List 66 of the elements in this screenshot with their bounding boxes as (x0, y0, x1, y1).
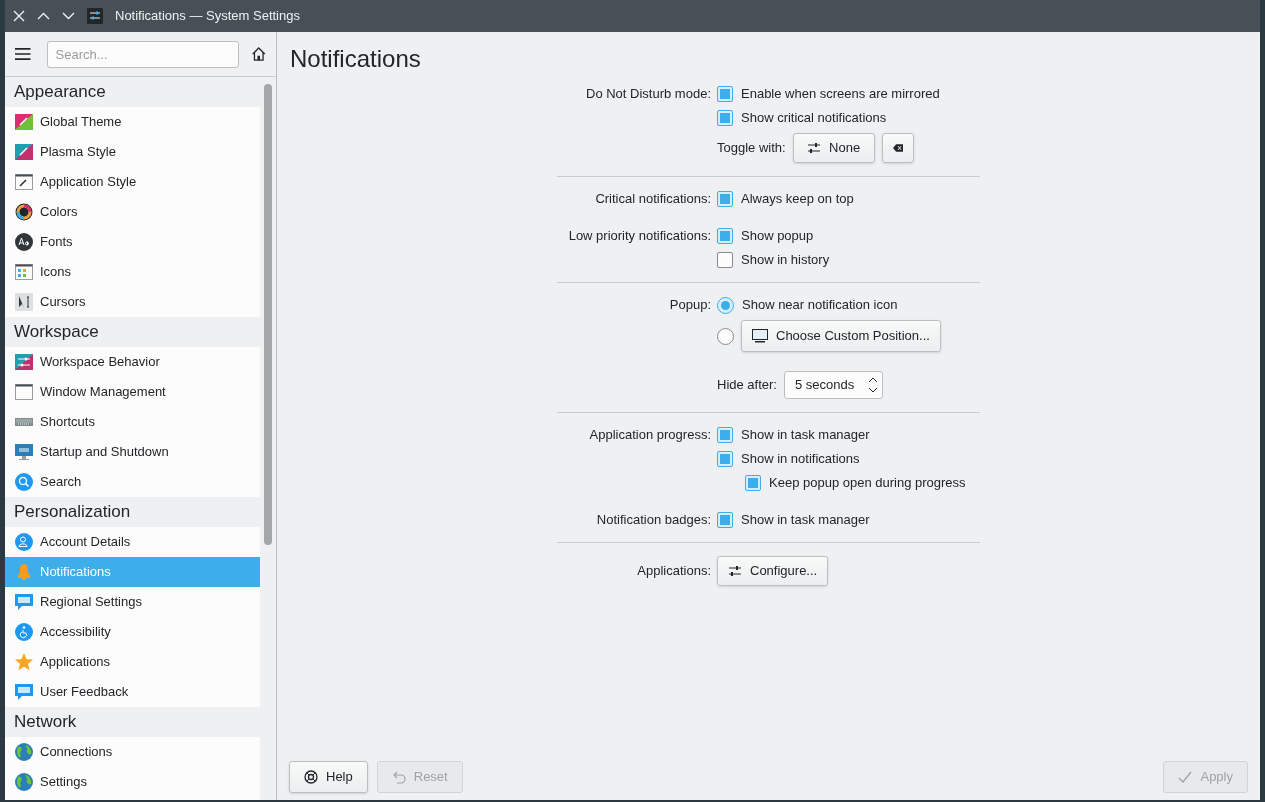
checkbox[interactable]: Always keep on top (717, 187, 854, 211)
chevron-up-icon[interactable] (37, 12, 50, 20)
backspace-icon (892, 142, 903, 154)
checkbox[interactable]: Show in history (717, 248, 830, 272)
spin-arrows-icon (868, 375, 878, 395)
spin-box[interactable]: 5 seconds (784, 371, 883, 399)
field-label: Notification badges: (596, 511, 711, 530)
category-header: Network (5, 707, 260, 737)
help-button[interactable]: Help (289, 761, 368, 793)
speech-icon (14, 592, 34, 612)
field-label: Popup: (669, 296, 711, 315)
configure-button[interactable]: Configure... (717, 556, 829, 586)
field-label: Applications: (637, 562, 711, 581)
window-title: Notifications — System Settings (115, 7, 300, 26)
checkbox[interactable]: Show in notifications (717, 447, 860, 471)
checkbox[interactable]: Show popup (717, 224, 814, 248)
globe-icon (14, 772, 34, 792)
sliders-icon (14, 352, 34, 372)
lifebuoy-icon (304, 770, 318, 784)
grid-icon (14, 262, 34, 282)
checkbox[interactable]: Show in task manager (717, 508, 870, 532)
app-icon (87, 8, 103, 24)
font-icon (14, 232, 34, 252)
choose-position-button[interactable]: Choose Custom Position... (741, 320, 941, 352)
category-header: Appearance (5, 77, 260, 107)
field-label: Critical notifications: (595, 190, 711, 209)
close-icon[interactable] (13, 10, 25, 22)
search-icon (14, 472, 34, 492)
color-wheel-icon (14, 202, 34, 222)
accessibility-icon (14, 622, 34, 642)
checkbox[interactable]: Show in task manager (717, 423, 870, 447)
checkbox[interactable]: Show critical notifications (717, 106, 887, 130)
monitor-icon (14, 442, 34, 462)
chevron-down-icon[interactable] (62, 12, 75, 20)
bell-icon (14, 562, 34, 582)
undo-icon (391, 770, 406, 784)
clear-button[interactable] (881, 133, 914, 163)
page-title: Notifications (289, 44, 422, 74)
star-icon (14, 652, 34, 672)
brush-icon (14, 142, 34, 162)
scrollbar-thumb[interactable] (264, 84, 272, 545)
sliders-icon (807, 141, 822, 155)
checkbox[interactable]: Keep popup open during progress (745, 471, 966, 495)
field-label: Low priority notifications: (568, 227, 711, 246)
sliders-icon (728, 564, 742, 578)
radio-button[interactable]: Show near notification icon (717, 293, 898, 317)
category-header: Workspace (5, 317, 260, 347)
globe-icon (14, 742, 34, 762)
user-icon (14, 532, 34, 552)
field-label: Do Not Disturb mode: (586, 85, 711, 104)
menu-icon[interactable] (15, 47, 31, 61)
speech-icon (14, 682, 34, 702)
window-pen-icon (14, 172, 34, 192)
field-label: Hide after: (717, 376, 777, 395)
window-icon (14, 382, 34, 402)
checkmark-icon (1178, 770, 1193, 784)
cursor-icon (14, 292, 34, 312)
theme-icon (14, 112, 34, 132)
search-field[interactable]: Search... (46, 40, 239, 68)
category-header: Personalization (5, 497, 260, 527)
checkbox[interactable]: Enable when screens are mirrored (717, 82, 940, 106)
shortcut-button[interactable]: None (792, 133, 875, 163)
field-label: Toggle with: (717, 139, 786, 158)
field-label: Application progress: (589, 426, 711, 445)
monitor-icon (752, 329, 768, 343)
home-icon[interactable] (250, 45, 266, 63)
